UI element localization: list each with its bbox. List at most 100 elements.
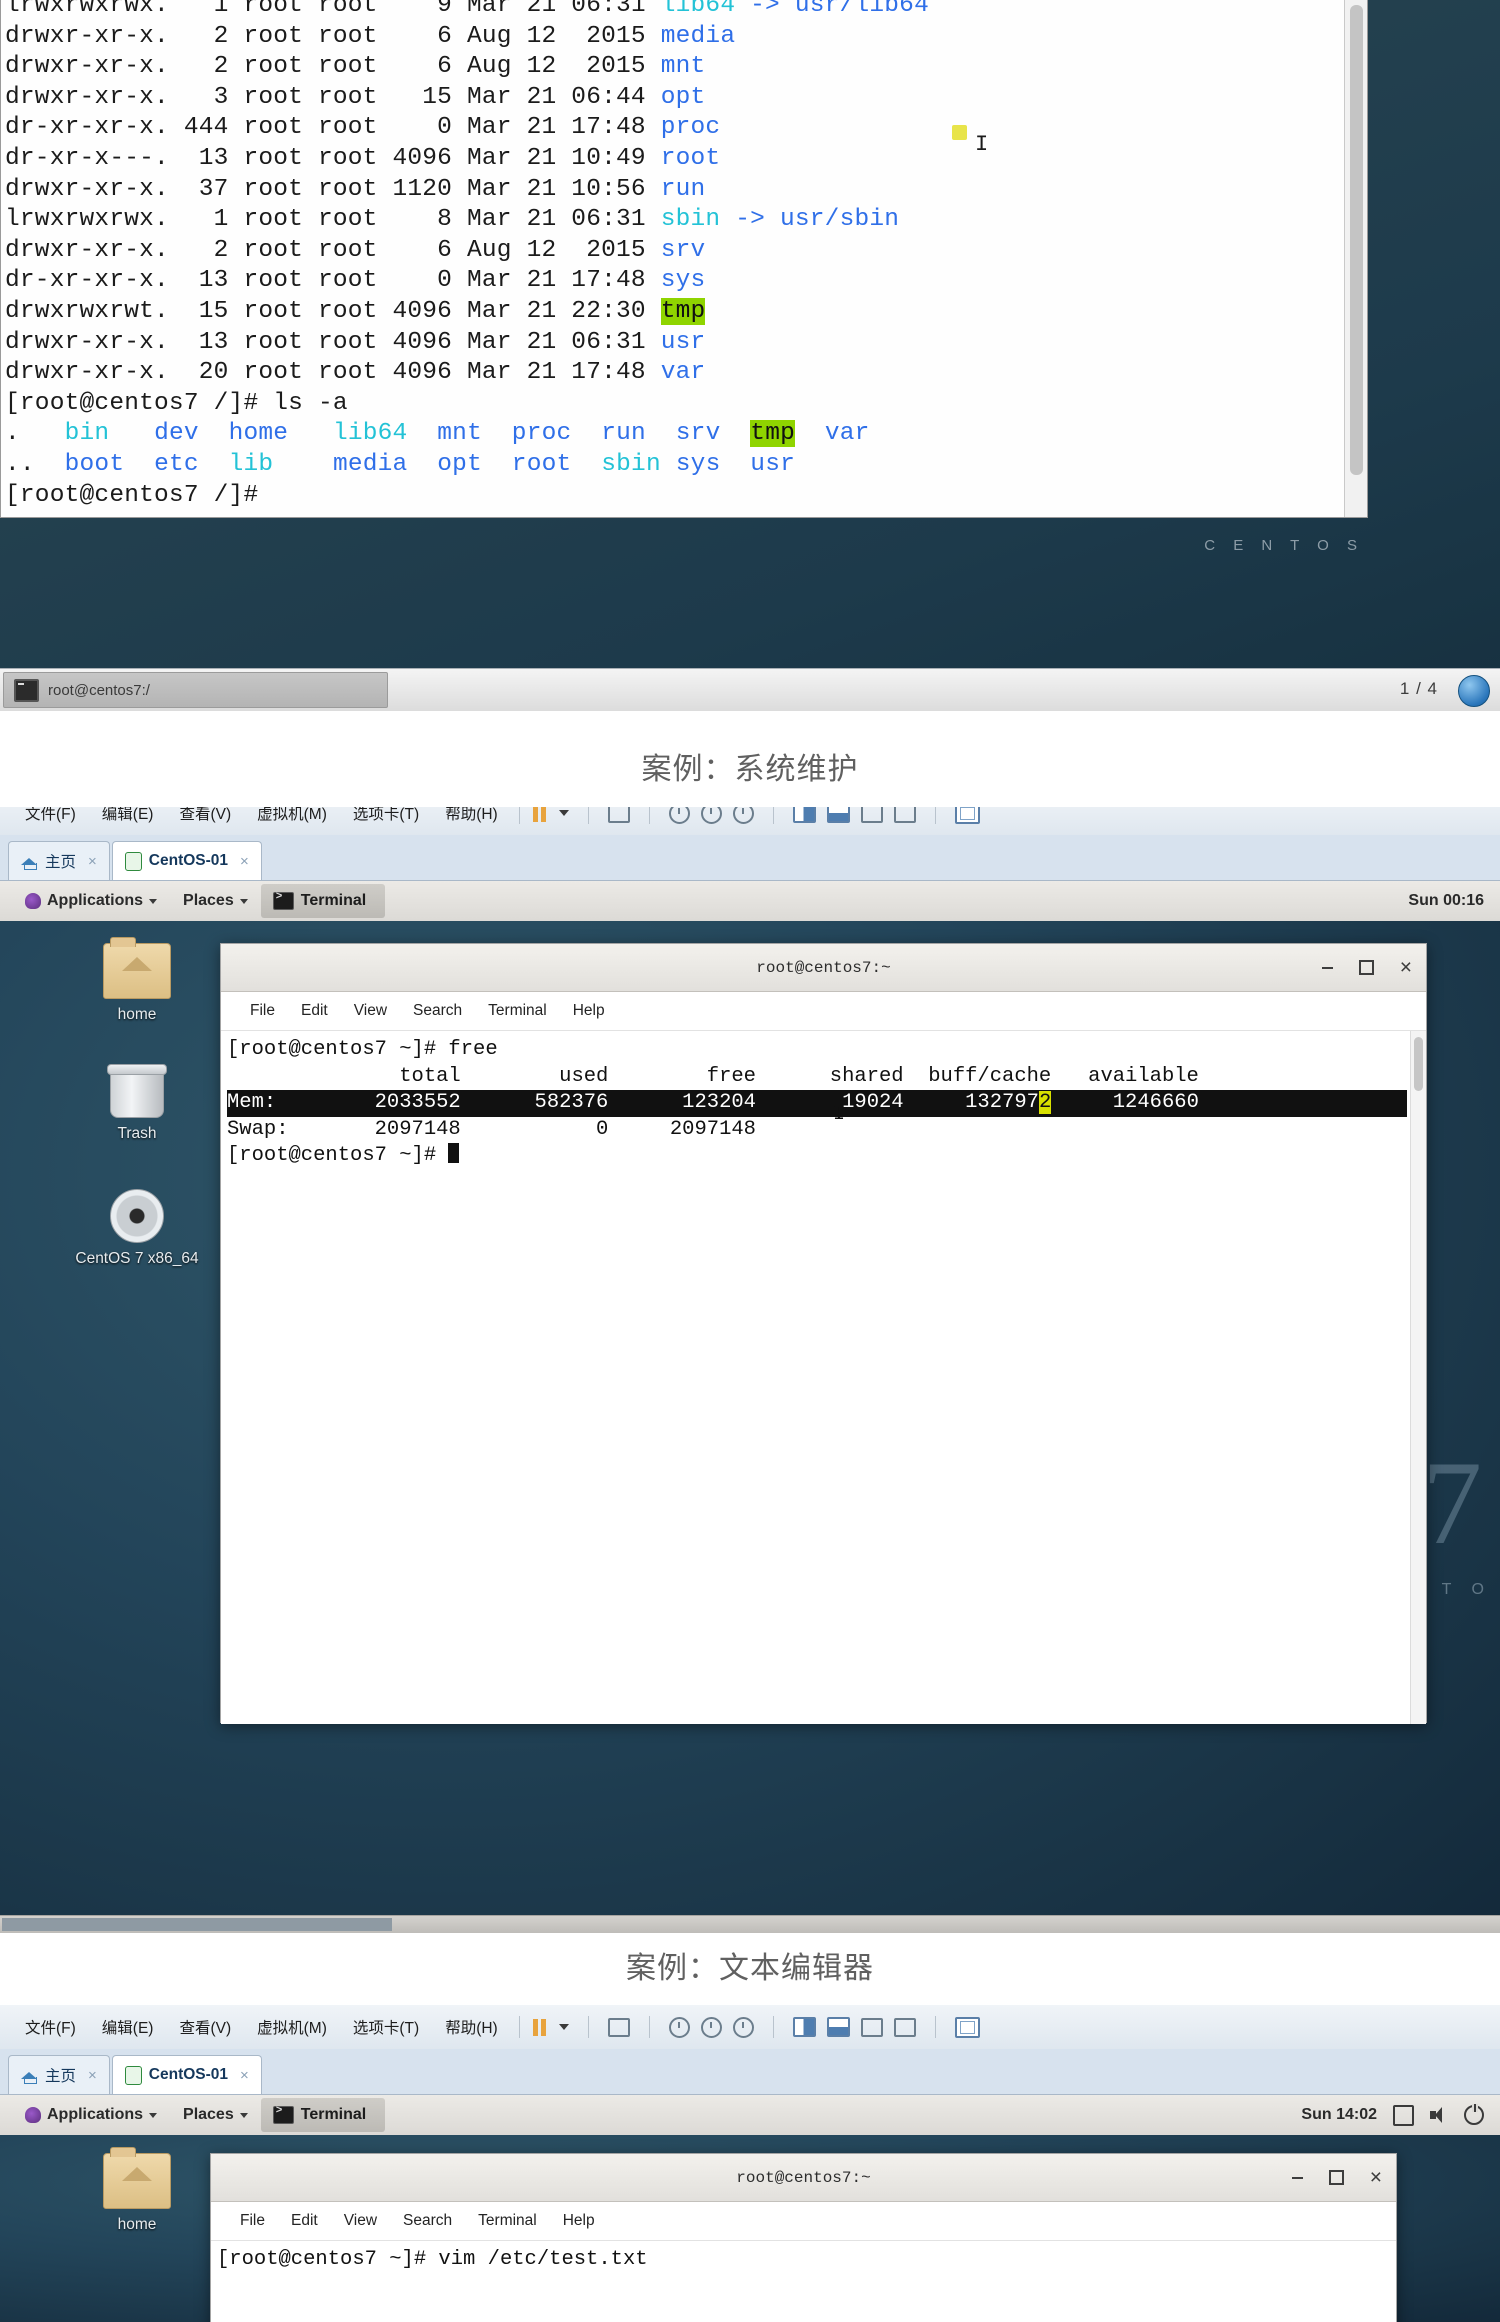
volume-icon[interactable] [1430,2107,1448,2123]
vmware-menu-item[interactable]: 文件(F) [12,2016,89,2038]
show-console-icon[interactable] [826,807,850,823]
terminal-menu-item[interactable]: View [331,2212,390,2230]
terminal-window-root[interactable]: lrwxrwxrwx. 1 root root 9 Mar 21 06:31 l… [0,0,1368,518]
vmware-toolbar-3[interactable] [528,2016,980,2038]
terminal-scrollbar-2[interactable] [1410,1031,1426,1724]
close-icon[interactable]: × [1400,957,1412,978]
minimize-icon[interactable] [1321,966,1333,969]
window-titlebar-3[interactable]: root@centos7:~ × [211,2154,1396,2202]
snapshot-manager-icon[interactable] [732,2016,754,2038]
terminal-menu-item[interactable]: Edit [278,2212,331,2230]
workspace-switcher-icon[interactable] [1458,675,1490,707]
terminal-body-2[interactable]: [root@centos7 ~]# free total used free s… [221,1031,1426,1724]
close-icon[interactable]: × [1370,2167,1382,2188]
vmware-tab-centos01-2[interactable]: CentOS-01 × [111,841,262,880]
gnome-terminal-window-button-2[interactable]: Terminal [260,884,386,918]
terminal-menu-item[interactable]: Terminal [465,2212,550,2230]
gnome-terminal-window-button-3[interactable]: Terminal [260,2098,386,2132]
vmware-tabbar-3[interactable]: 主页 × CentOS-01 × [0,2049,1500,2095]
vmware-menu-item[interactable]: 选项卡(T) [340,807,432,824]
window-list-item[interactable] [2,1918,392,1931]
terminal-menu-item[interactable]: Help [560,1002,618,1020]
take-snapshot-icon[interactable] [668,2016,690,2038]
chevron-down-icon[interactable] [558,2024,569,2030]
terminal-menubar-3[interactable]: File Edit View Search Terminal Help [211,2202,1396,2241]
terminal-scrollbar-thumb[interactable] [1350,5,1363,475]
desktop-icon-cd-2[interactable]: CentOS 7 x86_64 [62,1189,212,1268]
terminal-menu-item[interactable]: View [341,1002,400,1020]
terminal-menu-item[interactable]: Edit [288,1002,341,1020]
revert-snapshot-icon[interactable] [700,2016,722,2038]
unity-icon[interactable] [893,2017,916,2037]
close-icon[interactable]: × [88,2067,97,2084]
desktop-icon-home-2[interactable]: home [62,937,212,1024]
gnome-clock-3[interactable]: Sun 14:02 [1301,2106,1377,2124]
vmware-menu-item[interactable]: 文件(F) [12,807,89,824]
vmware-tab-home-3[interactable]: 主页 × [8,2055,110,2094]
gnome-applications-menu-3[interactable]: Applications [12,2106,170,2124]
terminal-menu-item[interactable]: Help [550,2212,608,2230]
gnome-clock-2[interactable]: Sun 00:16 [1408,892,1484,910]
vmware-tab-home-2[interactable]: 主页 × [8,841,110,880]
close-icon[interactable]: × [88,853,97,870]
pause-icon[interactable] [532,807,548,822]
terminal-scrollbar-track[interactable] [1344,0,1367,517]
vmware-menu-item[interactable]: 虚拟机(M) [244,2016,340,2038]
gnome-window-list-2[interactable] [0,1915,1500,1933]
power-icon[interactable] [1464,2104,1484,2125]
fit-window-icon[interactable] [954,2016,980,2038]
minimize-icon[interactable] [1291,2176,1303,2179]
show-library-icon[interactable] [792,807,816,823]
close-icon[interactable]: × [240,2067,249,2084]
vmware-menu-item[interactable]: 虚拟机(M) [244,807,340,824]
show-library-icon[interactable] [792,2017,816,2037]
window-titlebar-2[interactable]: root@centos7:~ × [221,944,1426,992]
vmware-menu-item[interactable]: 编辑(E) [89,807,167,824]
fit-window-icon[interactable] [954,807,980,824]
window-controls-2[interactable]: × [1321,944,1412,991]
taskbar-window-button[interactable]: root@centos7:/ [3,672,388,708]
vmware-menu-items-2[interactable]: 文件(F) 编辑(E) 查看(V) 虚拟机(M) 选项卡(T) 帮助(H) [0,807,511,824]
vmware-toolbar-2[interactable] [528,807,980,824]
scrollbar-thumb[interactable] [1414,1037,1423,1091]
gnome-terminal-window-2[interactable]: root@centos7:~ × File Edit View Search Termi… [220,943,1427,1724]
gnome-desktop-3[interactable]: home root@centos7:~ × File Edit View Search… [0,2135,1500,2322]
gnome-desktop-2[interactable]: home Trash CentOS 7 x86_64 7 C E N T O r… [0,921,1500,1933]
vmware-menu-item[interactable]: 查看(V) [166,807,244,824]
chevron-down-icon[interactable] [558,810,569,816]
gnome-places-menu-2[interactable]: Places [170,892,261,910]
terminal-body-3[interactable]: [root@centos7 ~]# vim /etc/test.txt [211,2241,1396,2322]
snapshot-icon[interactable] [607,2017,630,2037]
desktop-icon-home-3[interactable]: home [62,2147,212,2234]
unity-icon[interactable] [893,807,916,823]
fullscreen-icon[interactable] [860,807,883,823]
terminal-menu-item[interactable]: File [237,1002,288,1020]
vmware-menu-item[interactable]: 编辑(E) [89,2016,167,2038]
vmware-tab-centos01-3[interactable]: CentOS-01 × [111,2055,262,2094]
pause-icon[interactable] [532,2018,548,2036]
vmware-menu-item[interactable]: 选项卡(T) [340,2016,432,2038]
workspace-indicator[interactable]: 1 / 4 [1400,679,1438,699]
desktop-icon-trash-2[interactable]: Trash [62,1064,212,1143]
terminal-menu-item[interactable]: File [227,2212,278,2230]
terminal-menubar-2[interactable]: File Edit View Search Terminal Help [221,992,1426,1031]
show-console-icon[interactable] [826,2017,850,2037]
vmware-menu-item[interactable]: 帮助(H) [432,2016,511,2038]
gnome-places-menu-3[interactable]: Places [170,2106,261,2124]
maximize-icon[interactable] [1328,2170,1344,2185]
terminal-menu-item[interactable]: Terminal [475,1002,560,1020]
maximize-icon[interactable] [1358,960,1374,975]
vmware-menu-item[interactable]: 帮助(H) [432,807,511,824]
gnome-terminal-window-3[interactable]: root@centos7:~ × File Edit View Search Termi… [210,2153,1397,2322]
screen-icon[interactable] [1393,2104,1414,2126]
terminal-menu-item[interactable]: Search [390,2212,465,2230]
snapshot-manager-icon[interactable] [732,807,754,824]
snapshot-icon[interactable] [607,807,630,823]
vmware-tabbar-2[interactable]: 主页 × CentOS-01 × [0,835,1500,881]
close-icon[interactable]: × [240,853,249,870]
vmware-menu-item[interactable]: 查看(V) [166,2016,244,2038]
terminal-menu-item[interactable]: Search [400,1002,475,1020]
gnome-applications-menu-2[interactable]: Applications [12,892,170,910]
vmware-menu-items-3[interactable]: 文件(F) 编辑(E) 查看(V) 虚拟机(M) 选项卡(T) 帮助(H) [0,2016,511,2038]
fullscreen-icon[interactable] [860,2017,883,2037]
